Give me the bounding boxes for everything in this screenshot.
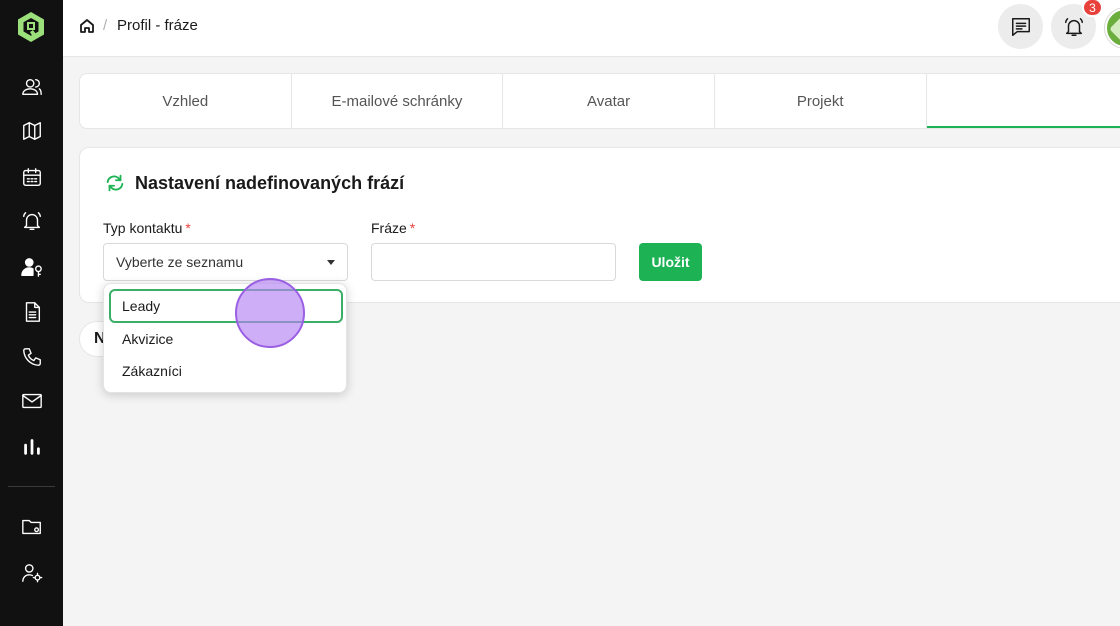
notification-badge: 3: [1082, 0, 1103, 17]
phrase-label: Fráze *: [371, 220, 416, 236]
phrases-settings-card: Nastavení nadefinovaných frází Typ konta…: [79, 147, 1120, 303]
sidebar: [0, 0, 63, 626]
refresh-icon: [104, 172, 126, 194]
nav-mail[interactable]: [19, 388, 45, 414]
card-title: Nastavení nadefinovaných frází: [135, 173, 405, 193]
dropdown-option-zakaznici[interactable]: Zákazníci: [109, 354, 343, 388]
app-logo-icon[interactable]: [16, 11, 46, 43]
nav-calendar[interactable]: [19, 164, 45, 190]
nav-map[interactable]: [19, 118, 45, 144]
nav-documents[interactable]: [19, 299, 45, 325]
bell-ring-icon: [1064, 17, 1083, 36]
user-key-icon: [21, 258, 42, 277]
sidebar-divider: [8, 486, 55, 487]
map-icon: [23, 122, 41, 140]
phone-icon: [23, 348, 41, 366]
nav-user-settings[interactable]: [19, 560, 45, 586]
contact-type-dropdown: Leady Akvizice Zákazníci: [103, 283, 347, 393]
document-icon: [25, 302, 41, 322]
topbar: / Profil - fráze: [63, 0, 1120, 57]
required-mark: *: [409, 220, 416, 236]
contact-type-label: Typ kontaktu *: [103, 220, 191, 236]
dropdown-option-leady[interactable]: Leady: [109, 289, 343, 323]
contact-type-placeholder: Vyberte ze seznamu: [116, 254, 244, 270]
nav-reminders[interactable]: [19, 208, 45, 234]
calendar-icon: [23, 168, 41, 186]
tab-phrases[interactable]: [926, 74, 1120, 128]
phrase-input[interactable]: [371, 243, 616, 281]
chat-icon: [1011, 17, 1030, 36]
profile-tabs: Vzhled E-mailové schránky Avatar Projekt: [79, 73, 1120, 129]
user-settings-icon: [22, 564, 43, 583]
nav-user-key[interactable]: [19, 254, 45, 280]
folder-settings-icon: [22, 519, 41, 535]
tab-vzhled[interactable]: Vzhled: [80, 74, 292, 128]
tab-project[interactable]: Projekt: [715, 74, 927, 128]
caret-down-icon: [327, 260, 335, 265]
avatar-logo-icon: [1109, 16, 1120, 42]
breadcrumb-current: Profil - fráze: [117, 17, 198, 34]
messages-button[interactable]: [998, 4, 1043, 49]
bell-ring-icon: [23, 212, 41, 230]
tab-avatar[interactable]: Avatar: [503, 74, 715, 128]
dropdown-option-akvizice[interactable]: Akvizice: [109, 322, 343, 356]
required-mark: *: [185, 220, 191, 236]
tab-email-mailboxes[interactable]: E-mailové schránky: [292, 74, 504, 128]
nav-calls[interactable]: [19, 344, 45, 370]
save-button[interactable]: Uložit: [639, 243, 702, 281]
home-icon[interactable]: [79, 18, 97, 36]
nav-folder-settings[interactable]: [19, 514, 45, 540]
breadcrumb-separator: /: [103, 17, 108, 34]
contact-type-select[interactable]: Vyberte ze seznamu: [103, 243, 348, 281]
bar-chart-icon: [24, 439, 40, 455]
mail-icon: [22, 393, 42, 409]
nav-statistics[interactable]: [19, 433, 45, 459]
users-icon: [22, 78, 42, 96]
nav-users[interactable]: [19, 74, 45, 100]
